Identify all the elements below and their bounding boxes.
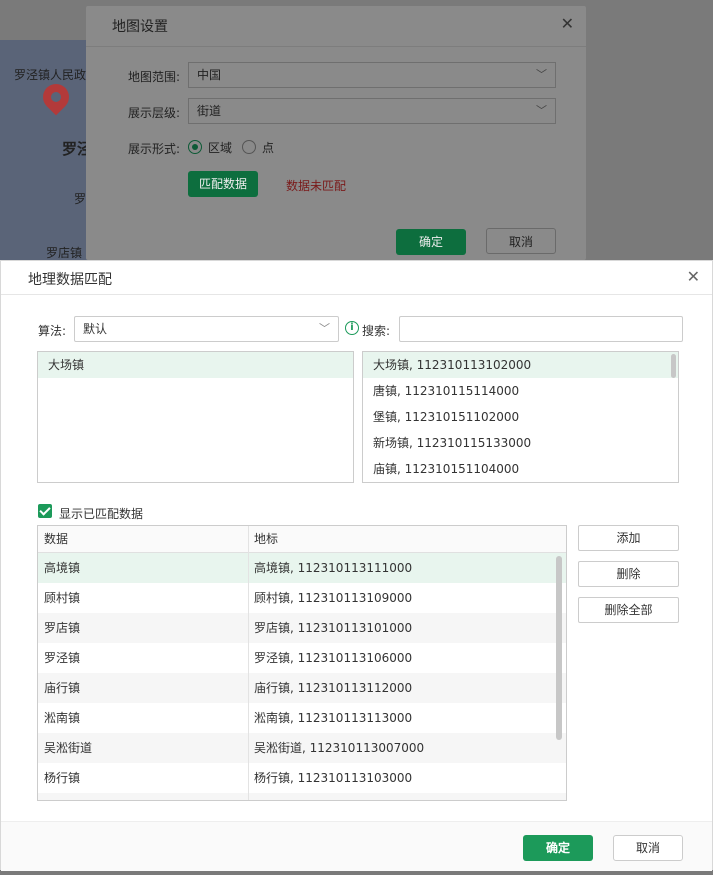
info-icon[interactable]: i [345,321,359,335]
cell-landmark: 吴淞街道, 112310113007000 [254,741,425,755]
cell-data: 顾村镇 [44,591,81,605]
cell-landmark: 顾村镇, 112310113109000 [254,591,413,605]
geo-match-title: 地理数据匹配 [28,272,112,288]
chevron-down-icon: ﹀ [319,322,330,335]
form-label: 展示形式: [128,142,181,156]
level-select[interactable]: 街道 ﹀ [188,98,556,124]
table-row[interactable]: 罗泾镇 罗泾镇, 112310113106000 [38,643,566,673]
column-header-data: 数据 [44,532,69,546]
dialog-header: 地理数据匹配 ✕ [1,261,712,295]
match-data-button[interactable]: 匹配数据 [188,171,258,197]
list-item[interactable]: 庙镇, 112310151104000 [363,456,678,482]
level-label: 展示层级: [128,106,181,120]
table-row[interactable]: 高境镇 高境镇, 112310113111000 [38,553,566,583]
list-item[interactable]: 新场镇, 112310115133000 [363,430,678,456]
scrollbar[interactable] [556,556,562,740]
close-icon[interactable]: ✕ [687,267,700,286]
search-label: 搜索: [362,324,391,338]
ok-button[interactable]: 确定 [523,835,593,861]
matched-table: 数据 地标 高境镇 高境镇, 112310113111000 顾村镇 顾村镇, … [37,525,567,801]
table-row[interactable]: 罗店镇 罗店镇, 112310113101000 [38,613,566,643]
cell-landmark: 高境镇, 112310113111000 [254,561,413,575]
cell-landmark: 淞南镇, 112310113113000 [254,711,413,725]
close-icon[interactable]: ✕ [561,14,574,33]
delete-button[interactable]: 删除 [578,561,679,587]
map-label: 罗泾镇人民政 [14,68,87,82]
map-label: 罗店镇 [46,246,83,260]
table-row[interactable]: 杨行镇 杨行镇, 112310113103000 [38,763,566,793]
form-option-region: 区域 [208,141,233,155]
divider [86,46,586,47]
algorithm-label: 算法: [38,324,67,338]
scope-value: 中国 [197,68,222,82]
table-row[interactable]: 吴淞街道 吴淞街道, 112310113007000 [38,733,566,763]
show-matched-checkbox[interactable] [38,504,52,518]
cell-data: 杨行镇 [44,771,81,785]
form-option-point: 点 [262,141,275,155]
cell-data: 高境镇 [44,561,81,575]
radio-checked-icon [188,140,202,154]
form-radio-point[interactable]: 点 [242,139,274,156]
cell-data: 罗店镇 [44,621,81,635]
cell-data: 庙行镇 [44,681,81,695]
list-item[interactable]: 大场镇 [38,352,353,378]
table-row[interactable]: 顾村镇 顾村镇, 112310113109000 [38,583,566,613]
scrollbar[interactable] [671,354,676,378]
cancel-button[interactable]: 取消 [613,835,683,861]
cell-data: 淞南镇 [44,711,81,725]
cell-landmark: 杨行镇, 112310113103000 [254,771,413,785]
map-label: 罗 [74,192,87,206]
map-settings-dialog: 地图设置 ✕ 地图范围: 中国 ﹀ 展示层级: 街道 ﹀ 展示形式: 区域 点 … [86,6,586,260]
column-divider [248,526,249,800]
cell-data: 吴淞街道 [44,741,93,755]
dialog-footer: 确定 取消 [1,821,712,871]
cell-data: 罗泾镇 [44,651,81,665]
map-settings-title: 地图设置 [112,19,168,35]
table-body: 高境镇 高境镇, 112310113111000 顾村镇 顾村镇, 112310… [38,553,566,800]
delete-all-button[interactable]: 删除全部 [578,597,679,623]
table-row[interactable]: 淞南镇 淞南镇, 112310113113000 [38,703,566,733]
data-list[interactable]: 大场镇 [37,351,354,483]
geo-match-dialog: 地理数据匹配 ✕ 算法: 默认 ﹀ i 搜索: 大场镇 大场镇, 1123101… [0,260,713,871]
level-value: 街道 [197,104,222,118]
add-button[interactable]: 添加 [578,525,679,551]
match-status: 数据未匹配 [286,179,347,193]
algorithm-value: 默认 [83,322,108,336]
search-input[interactable] [399,316,683,342]
chevron-down-icon: ﹀ [536,104,547,117]
map-settings-cancel-button[interactable]: 取消 [486,228,556,254]
table-header: 数据 地标 [38,526,566,553]
scope-select[interactable]: 中国 ﹀ [188,62,556,88]
list-item[interactable]: 堡镇, 112310151102000 [363,404,678,430]
map-settings-ok-button[interactable]: 确定 [396,229,466,255]
chevron-down-icon: ﹀ [536,68,547,81]
list-item[interactable]: 大场镇, 112310113102000 [363,352,678,378]
radio-unchecked-icon [242,140,256,154]
algorithm-select[interactable]: 默认 ﹀ [74,316,339,342]
table-row[interactable]: 庙行镇 庙行镇, 112310113112000 [38,673,566,703]
cell-landmark: 罗店镇, 112310113101000 [254,621,413,635]
cell-landmark: 罗泾镇, 112310113106000 [254,651,413,665]
list-item[interactable]: 唐镇, 112310115114000 [363,378,678,404]
landmark-list[interactable]: 大场镇, 112310113102000 唐镇, 112310115114000… [362,351,679,483]
column-header-landmark: 地标 [254,532,279,546]
table-row [38,793,566,800]
show-matched-label: 显示已匹配数据 [59,507,144,521]
scope-label: 地图范围: [128,70,181,84]
cell-landmark: 庙行镇, 112310113112000 [254,681,413,695]
form-radio-region[interactable]: 区域 [188,139,232,156]
